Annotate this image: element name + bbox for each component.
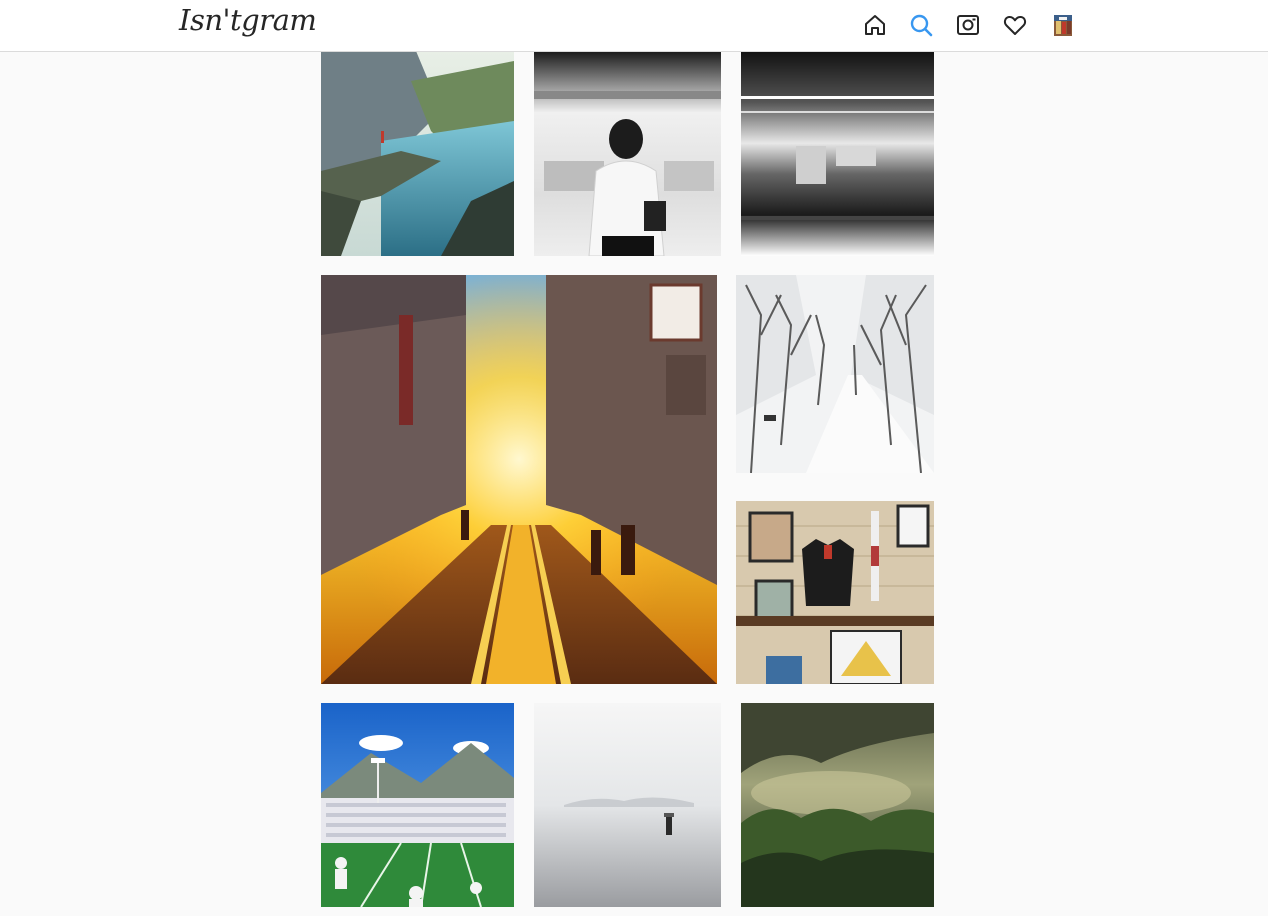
photo-tile-woman-subway[interactable]: [534, 51, 721, 256]
top-navigation-bar: Isn'tgram: [0, 0, 1268, 52]
photo-tile-snowy-road[interactable]: [736, 275, 934, 473]
photo-tile-stadium-crowd[interactable]: [321, 703, 514, 907]
app-logo[interactable]: Isn'tgram: [179, 3, 317, 37]
camera-icon[interactable]: [955, 12, 981, 38]
photo-tile-wall-jacket[interactable]: [736, 501, 934, 684]
home-icon[interactable]: [862, 12, 888, 38]
page: Isn'tgram: [0, 0, 1268, 916]
avatar-icon[interactable]: [1050, 12, 1076, 38]
search-icon[interactable]: [908, 12, 934, 38]
photo-tile-fjord-cliff[interactable]: [321, 51, 514, 256]
photo-tile-sunset-street[interactable]: [321, 275, 717, 684]
photo-tile-foggy-sea[interactable]: [534, 703, 721, 907]
heart-icon[interactable]: [1002, 12, 1028, 38]
photo-tile-subway-blur[interactable]: [741, 51, 934, 256]
photo-tile-misty-forest[interactable]: [741, 703, 934, 907]
